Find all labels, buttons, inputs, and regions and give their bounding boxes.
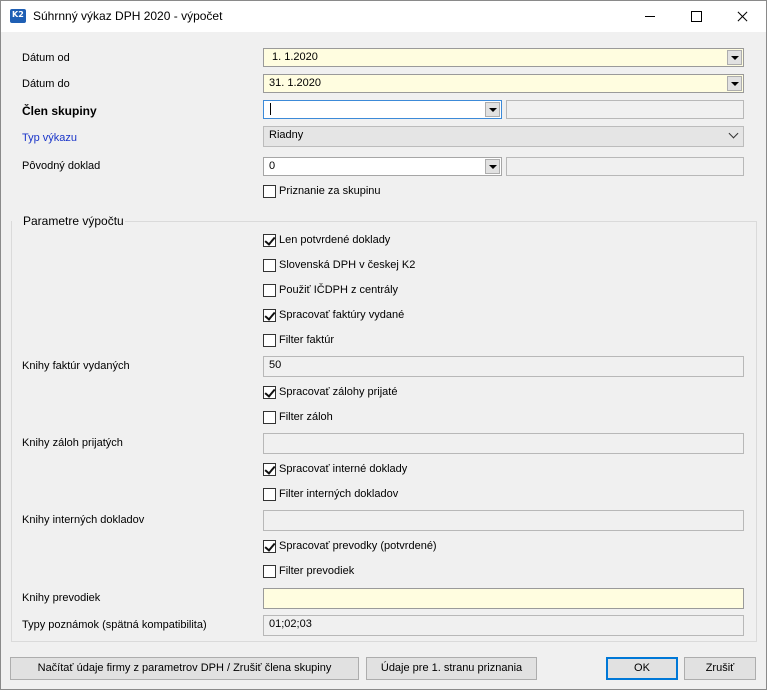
- typ-vykazu-value: Riadny: [269, 129, 304, 141]
- group-divider: [100, 221, 757, 222]
- slovenska-dph-label: Slovenská DPH v českej K2: [279, 259, 416, 271]
- close-icon[interactable]: [719, 1, 765, 32]
- datum-do-field[interactable]: 31. 1.2020: [263, 74, 744, 93]
- spracovat-zalohy-label: Spracovať zálohy prijaté: [279, 386, 398, 398]
- povodny-doklad-label: Pôvodný doklad: [22, 160, 101, 172]
- maximize-icon[interactable]: [673, 1, 719, 32]
- datum-od-label: Dátum od: [22, 52, 70, 64]
- knihy-internych-label: Knihy interných dokladov: [22, 514, 145, 526]
- checkbox-box[interactable]: [263, 411, 276, 424]
- knihy-prevodiek-field[interactable]: [263, 588, 744, 609]
- checkbox-box[interactable]: [263, 488, 276, 501]
- len-potvrdene-label: Len potvrdené doklady: [279, 234, 391, 246]
- checkbox-box[interactable]: [263, 565, 276, 578]
- knihy-internych-field[interactable]: [263, 510, 744, 531]
- povodny-doklad-value: 0: [269, 160, 276, 172]
- clen-skupiny-label: Člen skupiny: [22, 104, 97, 118]
- chevron-down-icon[interactable]: [727, 50, 742, 65]
- ok-button[interactable]: OK: [606, 657, 678, 680]
- clen-skupiny-name-field: [506, 100, 744, 119]
- chevron-down-icon[interactable]: [485, 159, 500, 174]
- checkbox-box[interactable]: [263, 540, 276, 553]
- filter-internych-label: Filter interných dokladov: [279, 488, 399, 500]
- knihy-zaloh-label: Knihy záloh prijatých: [22, 437, 123, 449]
- spracovat-faktury-label: Spracovať faktúry vydané: [279, 309, 405, 321]
- nacitat-udaje-button[interactable]: Načítať údaje firmy z parametrov DPH / Z…: [10, 657, 359, 680]
- typy-poznamok-field[interactable]: 01;02;03: [263, 615, 744, 636]
- typ-vykazu-label[interactable]: Typ výkazu: [22, 132, 77, 144]
- chevron-down-icon: [728, 128, 739, 139]
- povodny-doklad-extra-field: [506, 157, 744, 176]
- chevron-down-icon[interactable]: [727, 76, 742, 91]
- checkbox-box[interactable]: [263, 386, 276, 399]
- knihy-zaloh-field[interactable]: [263, 433, 744, 454]
- checkbox-box[interactable]: [263, 309, 276, 322]
- knihy-faktur-label: Knihy faktúr vydaných: [22, 360, 130, 372]
- datum-od-value: 1. 1.2020: [272, 51, 318, 63]
- checkbox-box[interactable]: [263, 284, 276, 297]
- spracovat-prevodky-label: Spracovať prevodky (potvrdené): [279, 540, 437, 552]
- cancel-button[interactable]: Zrušiť: [684, 657, 756, 680]
- minimize-icon[interactable]: [627, 1, 673, 32]
- checkbox-box[interactable]: [263, 334, 276, 347]
- spracovat-interne-label: Spracovať interné doklady: [279, 463, 408, 475]
- datum-do-label: Dátum do: [22, 78, 70, 90]
- udaje-prva-strana-button[interactable]: Údaje pre 1. stranu priznania: [366, 657, 537, 680]
- filter-prevodiek-label: Filter prevodiek: [279, 565, 355, 577]
- datum-do-value: 31. 1.2020: [269, 77, 321, 89]
- datum-od-field[interactable]: 1. 1.2020: [263, 48, 744, 67]
- pouzit-icdph-label: Použiť IČDPH z centrály: [279, 284, 399, 296]
- knihy-prevodiek-label: Knihy prevodiek: [22, 592, 101, 604]
- checkbox-box[interactable]: [263, 185, 276, 198]
- typ-vykazu-select[interactable]: Riadny: [263, 126, 744, 147]
- checkbox-box[interactable]: [263, 234, 276, 247]
- window-title: Súhrnný výkaz DPH 2020 - výpočet: [33, 9, 223, 23]
- filter-faktur-label: Filter faktúr: [279, 334, 335, 346]
- checkbox-box[interactable]: [263, 463, 276, 476]
- checkbox-box[interactable]: [263, 259, 276, 272]
- knihy-faktur-field[interactable]: 50: [263, 356, 744, 377]
- parametre-title: Parametre výpočtu: [22, 214, 125, 228]
- povodny-doklad-field[interactable]: 0: [263, 157, 502, 176]
- text-caret: [270, 103, 271, 116]
- chevron-down-icon[interactable]: [485, 102, 500, 117]
- app-icon: [10, 9, 26, 23]
- priznanie-za-skupinu-label: Priznanie za skupinu: [279, 185, 381, 197]
- filter-zaloh-label: Filter záloh: [279, 411, 333, 423]
- clen-skupiny-field[interactable]: [263, 100, 502, 119]
- title-bar[interactable]: Súhrnný výkaz DPH 2020 - výpočet: [1, 1, 766, 32]
- typy-poznamok-label: Typy poznámok (spätná kompatibilita): [22, 619, 207, 631]
